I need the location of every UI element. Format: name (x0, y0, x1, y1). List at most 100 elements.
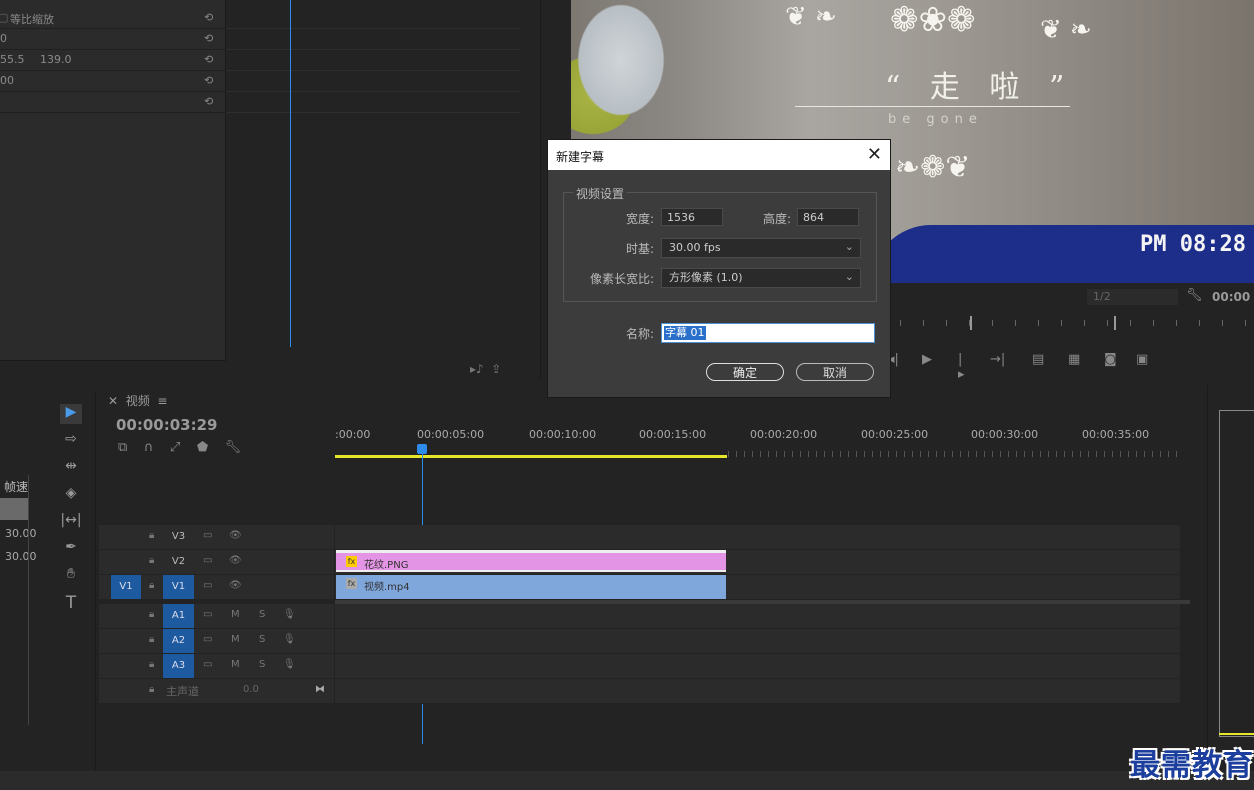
property-row-uniform-scale[interactable]: ▢ 等比缩放 ⟲ (0, 7, 225, 29)
ripple-edit-tool-icon[interactable]: ⇹ (60, 458, 82, 478)
property-row-anchor[interactable]: 55.5 139.0 ⟲ (0, 49, 225, 71)
track-lane-master[interactable] (335, 679, 1180, 704)
ok-button[interactable]: 确定 (706, 363, 784, 381)
track-header-a1[interactable]: 🔒︎ A1 ▭ M S 🎙︎ (99, 604, 334, 629)
height-field[interactable]: 864 (797, 208, 859, 226)
hand-tool-icon[interactable]: ✋︎ (60, 566, 82, 586)
track-header-master[interactable]: 🔒︎ 主声道 0.0 ⧓ (99, 679, 334, 704)
track-lane-a2[interactable] (335, 629, 1180, 654)
eye-icon[interactable]: 👁︎ (229, 580, 242, 591)
step-forward-icon[interactable]: |▸ (958, 352, 965, 382)
work-area-bar[interactable] (335, 455, 727, 458)
clip-flower-png[interactable]: fx 花纹.PNG (336, 550, 726, 572)
linked-selection-icon[interactable]: ⤢ (170, 440, 180, 455)
track-lane-v3[interactable] (335, 525, 1180, 550)
sequence-name[interactable]: 视频 (126, 394, 150, 408)
track-select-tool-icon[interactable]: ⇨ (60, 431, 82, 451)
selected-item-row[interactable] (0, 498, 28, 520)
lock-icon[interactable]: 🔒︎ (149, 555, 154, 566)
playhead-handle[interactable] (417, 444, 427, 454)
track-header-v1[interactable]: V1 🔒︎ V1 ▭ 👁︎ (99, 575, 334, 600)
property-row[interactable]: 0 ⟲ (0, 28, 225, 50)
panel-menu-icon[interactable]: ≡ (157, 394, 167, 408)
razor-tool-icon[interactable]: ◈ (60, 485, 82, 505)
sync-lock-icon[interactable]: ▭ (203, 580, 212, 591)
timebase-select[interactable]: 30.00 fps ⌄ (661, 238, 861, 258)
close-icon[interactable]: ✕ (867, 144, 882, 165)
timeline-tab[interactable]: ✕ 视频 ≡ (108, 392, 167, 409)
effect-controls-playhead[interactable] (290, 0, 291, 347)
track-lane-a3[interactable] (335, 654, 1180, 679)
microphone-icon[interactable]: 🎙︎ (283, 634, 296, 645)
title-name-input[interactable]: 字幕 01 (661, 323, 875, 343)
sync-lock-icon[interactable]: ▭ (203, 609, 212, 620)
comparison-view-icon[interactable]: ▣ (1136, 352, 1148, 367)
export-icons[interactable]: ▸♪ ⇪ (470, 362, 501, 376)
mute-button[interactable]: M (231, 634, 240, 645)
property-value-y[interactable]: 139.0 (40, 53, 72, 66)
play-icon[interactable]: ▶ (922, 352, 932, 367)
property-value[interactable]: 00 (0, 74, 14, 87)
lock-icon[interactable]: 🔒︎ (149, 659, 154, 670)
marker-icon[interactable]: ⬟ (197, 440, 208, 455)
reset-icon[interactable]: ⟲ (204, 95, 218, 109)
snap-icon[interactable]: ∩ (144, 440, 154, 455)
sync-lock-icon[interactable]: ▭ (203, 530, 212, 541)
track-header-v2[interactable]: 🔒︎ V2 ▭ 👁︎ (99, 550, 334, 575)
timeline-timecode[interactable]: 00:00:03:29 (116, 416, 218, 434)
lock-icon[interactable]: 🔒︎ (149, 634, 154, 645)
reset-icon[interactable]: ⟲ (204, 53, 218, 67)
microphone-icon[interactable]: 🎙︎ (283, 609, 296, 620)
go-to-end-icon[interactable]: ⧓ (315, 684, 325, 695)
microphone-icon[interactable]: 🎙︎ (283, 659, 296, 670)
uniform-scale-checkbox[interactable]: ▢ (0, 11, 8, 24)
eye-icon[interactable]: 👁︎ (229, 555, 242, 566)
wrench-icon[interactable]: 🔧︎ (1186, 288, 1203, 303)
solo-button[interactable]: S (259, 634, 265, 645)
reset-icon[interactable]: ⟲ (204, 32, 218, 46)
property-row[interactable]: ⟲ (0, 91, 225, 113)
mute-button[interactable]: M (231, 609, 240, 620)
settings-wrench-icon[interactable]: 🔧︎ (225, 440, 242, 455)
lock-icon[interactable]: 🔒︎ (149, 684, 154, 695)
eye-icon[interactable]: 👁︎ (229, 530, 242, 541)
reset-icon[interactable]: ⟲ (204, 74, 218, 88)
master-volume-value[interactable]: 0.0 (243, 684, 259, 695)
solo-button[interactable]: S (259, 659, 265, 670)
pixel-aspect-select[interactable]: 方形像素 (1.0) ⌄ (661, 268, 861, 288)
track-name[interactable]: A3 (163, 654, 194, 678)
track-name[interactable]: A2 (163, 629, 194, 653)
track-header-a2[interactable]: 🔒︎ A2 ▭ M S 🎙︎ (99, 629, 334, 654)
nest-icon[interactable]: ⧉ (118, 440, 127, 455)
selection-tool-icon[interactable]: ▶ (60, 404, 82, 424)
width-field[interactable]: 1536 (661, 208, 723, 226)
frame-rate-column-header[interactable]: 帧速 (4, 478, 28, 495)
solo-button[interactable]: S (259, 609, 265, 620)
slip-tool-icon[interactable]: |↔| (60, 512, 82, 532)
lock-icon[interactable]: 🔒︎ (149, 609, 154, 620)
track-header-a3[interactable]: 🔒︎ A3 ▭ M S 🎙︎ (99, 654, 334, 679)
track-name[interactable]: V2 (163, 550, 194, 574)
type-tool-icon[interactable]: T (60, 593, 82, 613)
camera-icon[interactable]: ◙ (1104, 352, 1117, 367)
pen-tool-icon[interactable]: ✒ (60, 539, 82, 559)
track-name[interactable]: V1 (163, 575, 194, 599)
close-tab-icon[interactable]: ✕ (108, 394, 118, 408)
reset-icon[interactable]: ⟲ (204, 11, 218, 25)
track-name[interactable]: A1 (163, 604, 194, 628)
property-value-x[interactable]: 55.5 (0, 53, 25, 66)
lock-icon[interactable]: 🔒︎ (149, 530, 154, 541)
sync-lock-icon[interactable]: ▭ (203, 555, 212, 566)
dialog-titlebar[interactable]: 新建字幕 ✕ (548, 140, 890, 170)
sync-lock-icon[interactable]: ▭ (203, 634, 212, 645)
lift-icon[interactable]: ▤ (1032, 352, 1044, 367)
clip-video-mp4[interactable]: fx 视频.mp4 (336, 575, 726, 599)
monitor-time-ruler[interactable] (900, 320, 1254, 326)
property-row[interactable]: 00 ⟲ (0, 70, 225, 92)
playback-resolution-select[interactable]: 1/2 (1087, 289, 1178, 305)
lock-icon[interactable]: 🔒︎ (149, 580, 154, 591)
sync-lock-icon[interactable]: ▭ (203, 659, 212, 670)
track-name[interactable]: V3 (163, 525, 194, 549)
go-to-out-icon[interactable]: →| (990, 352, 1005, 367)
mute-button[interactable]: M (231, 659, 240, 670)
